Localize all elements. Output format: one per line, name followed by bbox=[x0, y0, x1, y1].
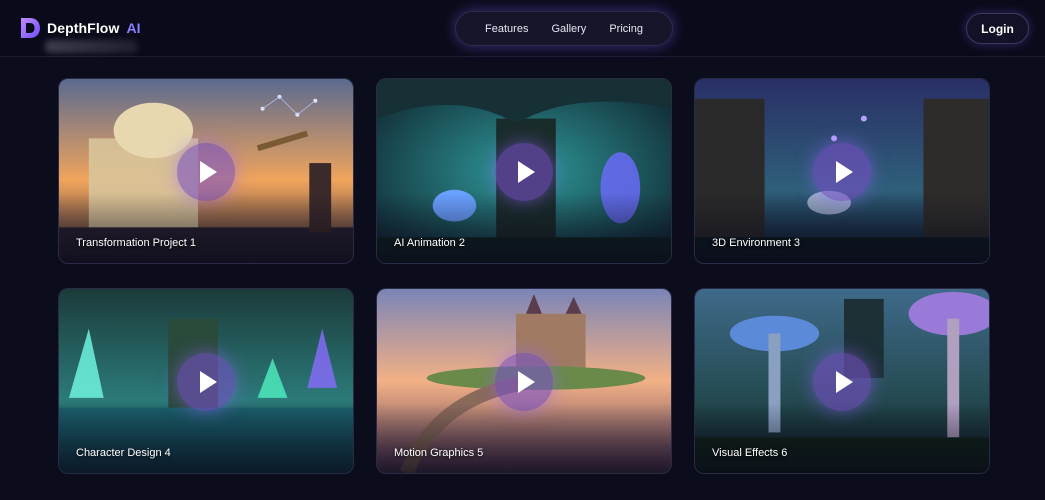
play-icon[interactable] bbox=[813, 353, 871, 411]
gallery-card-4[interactable]: Character Design 4 bbox=[58, 288, 354, 474]
card-title: Motion Graphics 5 bbox=[394, 447, 484, 459]
gallery-card-5[interactable]: Motion Graphics 5 bbox=[376, 288, 672, 474]
brand-ai-suffix: AI bbox=[126, 20, 141, 36]
gallery-card-2[interactable]: AI Animation 2 bbox=[376, 78, 672, 264]
nav-bar: Features Gallery Pricing bbox=[455, 11, 673, 46]
login-button[interactable]: Login bbox=[966, 13, 1029, 44]
gallery-card-6[interactable]: Visual Effects 6 bbox=[694, 288, 990, 474]
nav-features[interactable]: Features bbox=[485, 23, 528, 35]
nav-gallery[interactable]: Gallery bbox=[551, 23, 586, 35]
depthflow-logo-icon bbox=[21, 18, 40, 38]
card-title: Visual Effects 6 bbox=[712, 447, 788, 459]
card-shade bbox=[377, 193, 671, 263]
card-shade bbox=[695, 403, 989, 473]
card-title: Transformation Project 1 bbox=[76, 237, 197, 249]
card-shade bbox=[695, 193, 989, 263]
brand[interactable]: DepthFlow AI bbox=[18, 15, 140, 41]
card-title: Character Design 4 bbox=[76, 447, 171, 459]
top-header: DepthFlow AI Features Gallery Pricing Lo… bbox=[0, 0, 1045, 57]
nav-pricing[interactable]: Pricing bbox=[609, 23, 643, 35]
play-icon[interactable] bbox=[177, 143, 235, 201]
card-shade bbox=[59, 193, 353, 263]
card-title: 3D Environment 3 bbox=[712, 237, 801, 249]
card-title: AI Animation 2 bbox=[394, 237, 465, 249]
brand-name: DepthFlow bbox=[47, 20, 120, 36]
play-icon[interactable] bbox=[813, 143, 871, 201]
play-icon[interactable] bbox=[495, 353, 553, 411]
card-shade bbox=[377, 403, 671, 473]
card-shade bbox=[59, 403, 353, 473]
gallery-card-1[interactable]: Transformation Project 1 bbox=[58, 78, 354, 264]
gallery-card-3[interactable]: 3D Environment 3 bbox=[694, 78, 990, 264]
play-icon[interactable] bbox=[177, 353, 235, 411]
blurred-tagline bbox=[45, 40, 138, 53]
play-icon[interactable] bbox=[495, 143, 553, 201]
